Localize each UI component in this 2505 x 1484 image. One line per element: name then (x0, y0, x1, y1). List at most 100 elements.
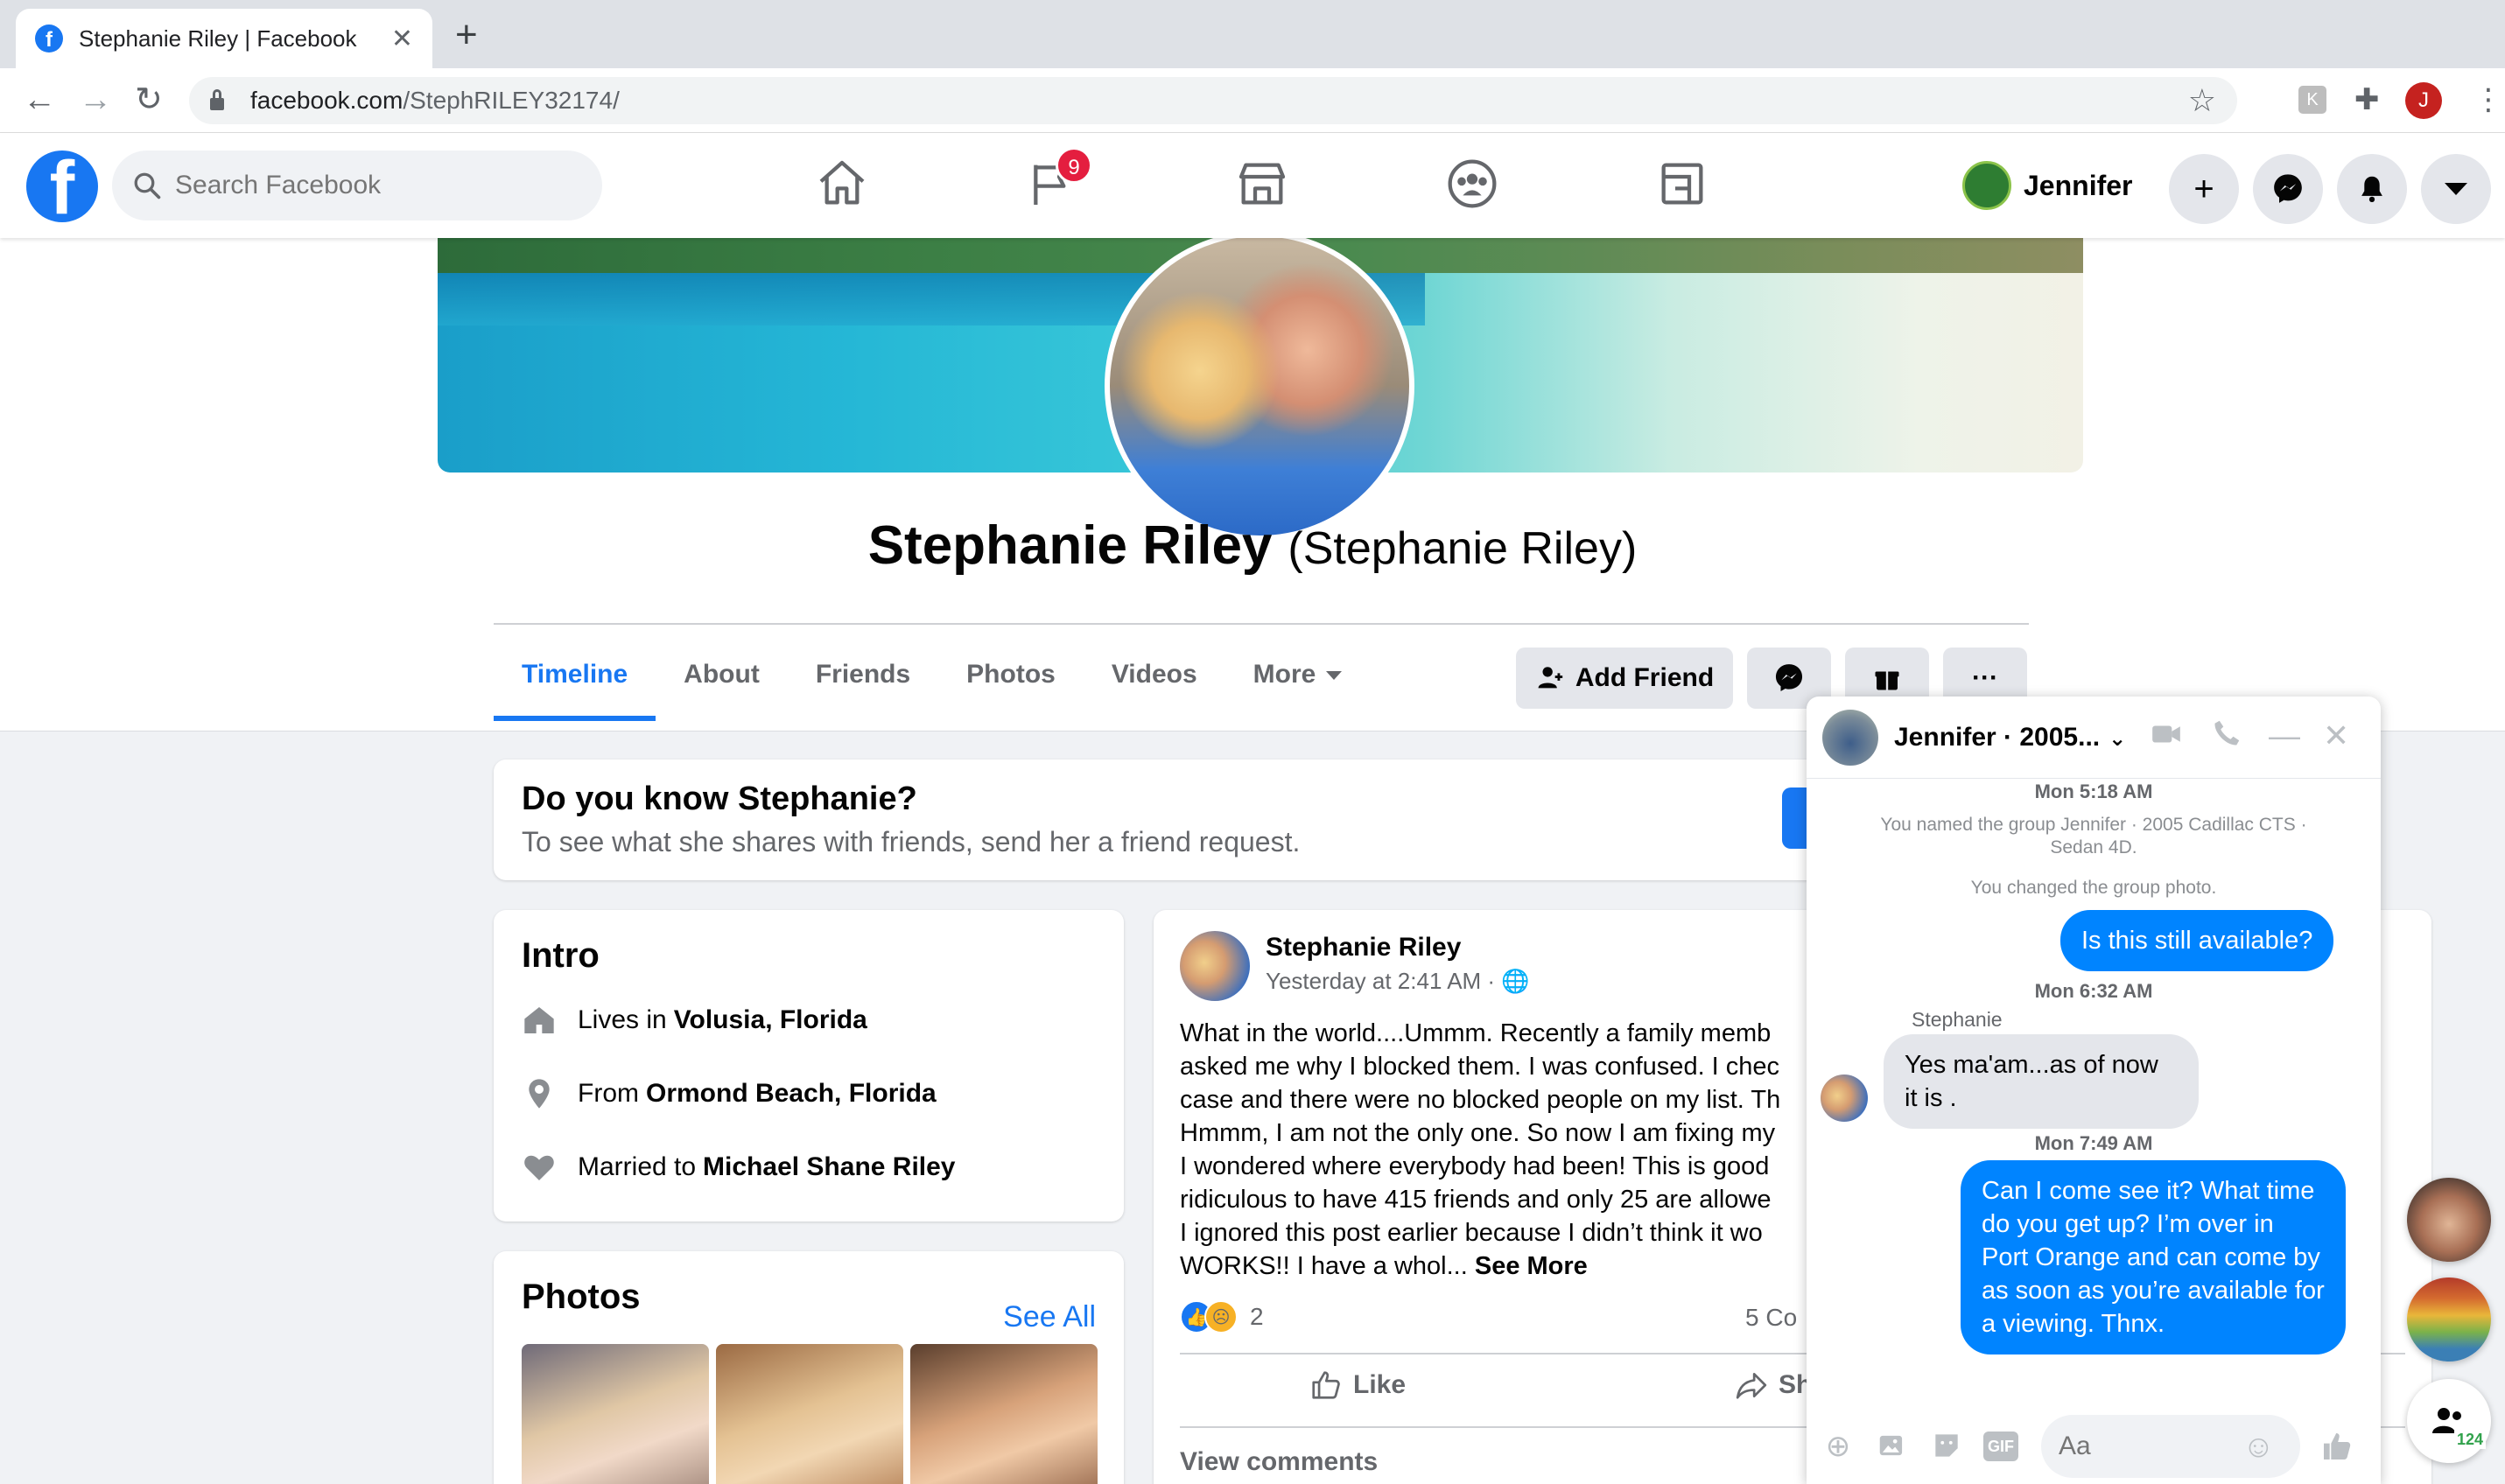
messenger-button[interactable] (2253, 154, 2323, 224)
facebook-logo-icon[interactable]: f (26, 150, 98, 222)
see-all-photos-link[interactable]: See All (1003, 1300, 1096, 1334)
tab-about[interactable]: About (656, 626, 788, 721)
message-input-box[interactable]: ☺ (2041, 1415, 2300, 1478)
chat-group-avatar (1822, 709, 1878, 766)
tab-photos[interactable]: Photos (938, 626, 1084, 721)
notifications-button[interactable] (2337, 154, 2407, 224)
search-icon (134, 172, 161, 200)
add-friend-button[interactable]: Add Friend (1516, 648, 1733, 709)
home-icon (524, 1007, 554, 1033)
sad-reaction-icon: ☹ (1204, 1300, 1238, 1334)
plus-icon: + (2193, 169, 2214, 208)
chat-title: Jennifer · 2005... ⌄ (1894, 722, 2127, 752)
chat-system-message: You changed the group photo. (1970, 878, 2217, 898)
home-icon[interactable] (814, 156, 870, 212)
messenger-icon (2274, 174, 2302, 203)
thumbs-up-icon (1312, 1371, 1340, 1399)
see-more-link[interactable]: See More (1475, 1252, 1588, 1280)
share-button[interactable]: Sh (1735, 1368, 1812, 1402)
comments-count[interactable]: 5 Co (1745, 1304, 1797, 1332)
message-input[interactable] (2059, 1432, 2242, 1461)
gif-icon[interactable]: GIF (1983, 1432, 2018, 1461)
add-friend-icon (1538, 667, 1562, 689)
gaming-icon[interactable] (1654, 156, 1710, 212)
chat-head-contact[interactable] (2407, 1278, 2491, 1362)
globe-icon: 🌐 (1501, 968, 1530, 994)
new-group-chat-button[interactable]: 124 (2407, 1379, 2491, 1463)
message-sender: Stephanie (1912, 1008, 2003, 1031)
new-tab-icon[interactable]: + (455, 16, 478, 54)
tab-videos[interactable]: Videos (1084, 626, 1225, 721)
post-author[interactable]: Stephanie Riley (1266, 933, 1461, 962)
browser-profile-avatar[interactable]: J (2405, 82, 2442, 119)
tab-timeline[interactable]: Timeline (494, 626, 656, 721)
intro-from: From Ormond Beach, Florida (522, 1076, 937, 1111)
address-bar[interactable]: facebook.com/StephRILEY32174/ ☆ (189, 77, 2237, 124)
bookmark-star-icon[interactable]: ☆ (2188, 82, 2216, 119)
browser-tab-strip: f Stephanie Riley | Facebook ✕ + (0, 0, 2505, 68)
gift-icon (1875, 671, 1899, 690)
intro-married: Married to Michael Shane Riley (522, 1150, 956, 1185)
chat-composer: ⊕ GIF ☺ (1807, 1409, 2381, 1484)
location-pin-icon (529, 1079, 550, 1109)
user-profile-chip[interactable]: Jennifer (1962, 154, 2132, 217)
groups-icon[interactable] (1444, 156, 1500, 212)
browser-menu-icon[interactable]: ⋮ (2473, 82, 2503, 117)
tab-more[interactable]: More (1225, 626, 1371, 721)
account-menu-button[interactable] (2421, 154, 2491, 224)
search-box[interactable] (112, 150, 602, 220)
create-button[interactable]: + (2169, 154, 2239, 224)
close-chat-icon[interactable]: ✕ (2323, 718, 2349, 754)
sender-avatar[interactable] (1821, 1074, 1868, 1122)
emoji-icon[interactable]: ☺ (2242, 1428, 2275, 1465)
close-tab-icon[interactable]: ✕ (391, 24, 413, 54)
url-text: facebook.com/StephRILEY32174/ (250, 87, 620, 114)
messenger-chat-window: Jennifer · 2005... ⌄ — ✕ Mon 5:18 AM You … (1807, 696, 2381, 1484)
view-comments-link[interactable]: View comments (1180, 1447, 1378, 1477)
reaction-summary[interactable]: 👍 ☹ 2 (1180, 1300, 1264, 1334)
incoming-message[interactable]: Yes ma'am...as of now it is . (1884, 1034, 2199, 1129)
photo-thumbnail[interactable] (716, 1344, 903, 1484)
back-icon[interactable]: ← (23, 80, 56, 119)
profile-name-text: Stephanie Riley (867, 515, 1273, 576)
extensions-puzzle-icon[interactable]: ✚ (2354, 82, 2380, 117)
profile-tabs: Timeline About Friends Photos Videos Mor… (494, 626, 1370, 721)
photo-thumbnail[interactable] (522, 1344, 709, 1484)
browser-tab[interactable]: f Stephanie Riley | Facebook ✕ (16, 9, 432, 68)
forward-icon[interactable]: → (79, 80, 112, 119)
browser-toolbar: ← → ↻ facebook.com/StephRILEY32174/ ☆ K … (0, 68, 2505, 133)
know-title: Do you know Stephanie? (522, 780, 917, 817)
user-avatar (1962, 161, 2011, 210)
thumbs-up-icon[interactable] (2319, 1429, 2354, 1464)
photo-icon[interactable] (1875, 1429, 1910, 1464)
profile-header: Stephanie Riley (Stephanie Riley) Timelin… (0, 231, 2505, 732)
chat-head-contact[interactable] (2407, 1178, 2491, 1262)
photo-thumbnail[interactable] (910, 1344, 1098, 1484)
minimize-icon[interactable]: — (2269, 718, 2300, 754)
search-input[interactable] (175, 171, 560, 200)
sticker-icon[interactable] (1929, 1429, 1964, 1464)
chevron-down-icon: ⌄ (2109, 726, 2127, 751)
profile-picture[interactable] (1105, 231, 1414, 541)
extension-icon[interactable]: K (2298, 86, 2326, 114)
intro-lives: Lives in Volusia, Florida (522, 1003, 867, 1038)
user-name: Jennifer (2024, 169, 2133, 201)
chat-header[interactable]: Jennifer · 2005... ⌄ — ✕ (1807, 696, 2381, 779)
chat-system-message: You named the group Jennifer · 2005 Cadi… (1880, 815, 2307, 858)
add-icon[interactable]: ⊕ (1821, 1429, 1856, 1464)
phone-icon[interactable] (2211, 718, 2242, 757)
outgoing-message[interactable]: Is this still available? (2060, 910, 2334, 971)
tab-friends[interactable]: Friends (788, 626, 938, 721)
like-button[interactable]: Like (1309, 1368, 1406, 1402)
post-time[interactable]: Yesterday at 2:41 AM · 🌐 (1266, 968, 1530, 995)
profile-alt-name: (Stephanie Riley) (1288, 523, 1638, 574)
reload-icon[interactable]: ↻ (135, 80, 163, 119)
outgoing-message[interactable]: Can I come see it? What time do you get … (1961, 1160, 2346, 1354)
facebook-favicon-icon: f (35, 24, 63, 52)
intro-title: Intro (522, 936, 600, 975)
post-author-avatar[interactable] (1180, 931, 1250, 1001)
know-stephanie-card: Do you know Stephanie? To see what she s… (494, 760, 1894, 880)
photos-card: Photos See All (494, 1251, 1124, 1484)
video-call-icon[interactable] (2150, 718, 2183, 759)
marketplace-icon[interactable] (1234, 156, 1290, 212)
